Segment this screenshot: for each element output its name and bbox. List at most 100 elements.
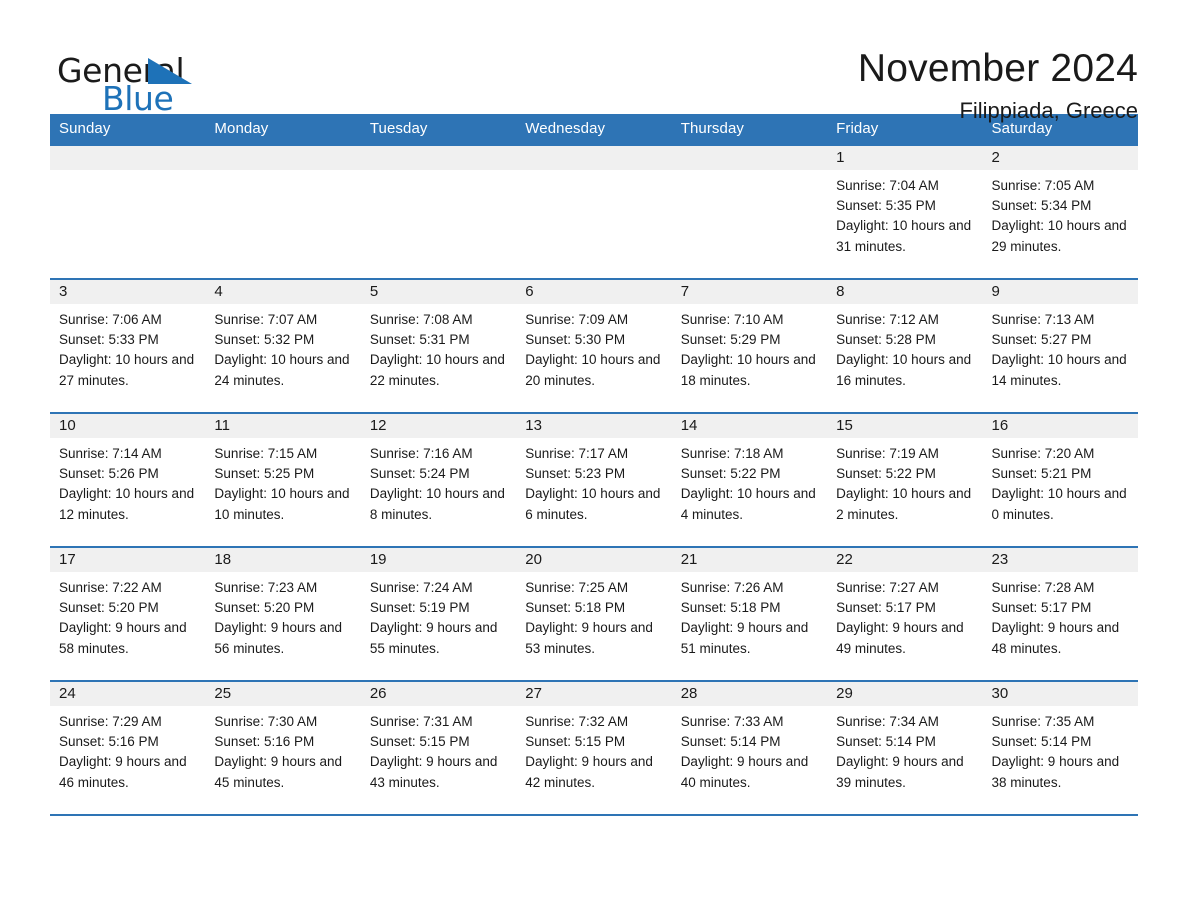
calendar-day-cell[interactable]: 22 Sunrise: 7:27 AM Sunset: 5:17 PM Dayligh… (827, 546, 983, 681)
weekday-header-monday: Monday (205, 114, 361, 145)
logo-text-blue: Blue (102, 79, 174, 118)
calendar-day-cell[interactable]: 26 Sunrise: 7:31 AM Sunset: 5:15 PM Dayligh… (360, 680, 517, 816)
sunset-text: Sunset: 5:32 PM (214, 332, 315, 348)
day-cell-inner: 16 Sunrise: 7:20 AM Sunset: 5:21 PM Dayligh… (982, 414, 1138, 546)
day-cell-inner: 27 Sunrise: 7:32 AM Sunset: 5:15 PM Dayligh… (516, 682, 672, 814)
sunrise-text: Sunrise: 7:17 AM (525, 446, 629, 461)
calendar-day-cell[interactable]: 29 Sunrise: 7:34 AM Sunset: 5:14 PM Dayligh… (827, 680, 983, 816)
day-number: 26 (360, 682, 517, 706)
day-cell-inner: 29 Sunrise: 7:34 AM Sunset: 5:14 PM Dayligh… (827, 682, 983, 814)
calendar-day-cell[interactable]: 27 Sunrise: 7:32 AM Sunset: 5:15 PM Dayligh… (516, 680, 672, 816)
sunset-text: Sunset: 5:29 PM (680, 332, 781, 348)
daylight-text: Daylight: 9 hours and 56 minutes. (214, 620, 342, 656)
sunset-text: Sunset: 5:34 PM (991, 198, 1092, 214)
calendar-day-cell[interactable]: 8 Sunrise: 7:12 AM Sunset: 5:28 PM Daylight… (827, 278, 983, 413)
sunset-text: Sunset: 5:25 PM (214, 466, 315, 482)
sunset-text: Sunset: 5:16 PM (59, 734, 159, 750)
sunrise-text: Sunrise: 7:14 AM (59, 446, 162, 461)
day-number: 12 (360, 414, 517, 438)
daylight-text: Daylight: 10 hours and 20 minutes. (525, 352, 661, 388)
day-details: Sunrise: 7:25 AM Sunset: 5:18 PM Daylight:… (516, 572, 671, 659)
calendar-day-cell[interactable]: 11 Sunrise: 7:15 AM Sunset: 5:25 PM Dayligh… (205, 412, 361, 547)
day-details (361, 170, 516, 176)
day-details: Sunrise: 7:23 AM Sunset: 5:20 PM Daylight:… (205, 572, 360, 659)
calendar-day-cell[interactable]: 20 Sunrise: 7:25 AM Sunset: 5:18 PM Dayligh… (516, 546, 672, 681)
calendar-day-cell[interactable]: 10 Sunrise: 7:14 AM Sunset: 5:26 PM Dayligh… (50, 412, 206, 547)
day-details: Sunrise: 7:13 AM Sunset: 5:27 PM Daylight:… (983, 304, 1138, 391)
daylight-text: Daylight: 9 hours and 48 minutes. (991, 620, 1120, 656)
sunrise-text: Sunrise: 7:35 AM (991, 714, 1095, 729)
day-cell-inner: 1 Sunrise: 7:04 AM Sunset: 5:35 PM Daylight… (827, 146, 983, 278)
sunrise-text: Sunrise: 7:16 AM (369, 446, 473, 461)
calendar-day-cell[interactable]: 1 Sunrise: 7:04 AM Sunset: 5:35 PM Daylight… (827, 144, 983, 279)
calendar-day-cell[interactable]: 3 Sunrise: 7:06 AM Sunset: 5:33 PM Daylight… (50, 278, 206, 413)
sunset-text: Sunset: 5:30 PM (525, 332, 626, 348)
day-cell-inner: 19 Sunrise: 7:24 AM Sunset: 5:19 PM Dayligh… (360, 548, 517, 680)
day-cell-inner: 5 Sunrise: 7:08 AM Sunset: 5:31 PM Daylight… (360, 280, 517, 412)
day-details (516, 170, 671, 176)
daylight-text: Daylight: 10 hours and 2 minutes. (836, 486, 972, 522)
calendar-day-cell[interactable]: 17 Sunrise: 7:22 AM Sunset: 5:20 PM Dayligh… (50, 546, 206, 681)
day-details (672, 170, 827, 176)
calendar-day-cell[interactable]: 5 Sunrise: 7:08 AM Sunset: 5:31 PM Daylight… (360, 278, 517, 413)
sunrise-text: Sunrise: 7:10 AM (680, 312, 784, 327)
calendar-day-cell[interactable]: 23 Sunrise: 7:28 AM Sunset: 5:17 PM Dayligh… (982, 546, 1138, 681)
sunset-text: Sunset: 5:28 PM (836, 332, 936, 348)
day-number (516, 146, 672, 170)
daylight-text: Daylight: 9 hours and 45 minutes. (214, 754, 342, 790)
calendar-day-cell[interactable]: 18 Sunrise: 7:23 AM Sunset: 5:20 PM Dayligh… (205, 546, 361, 681)
day-cell-inner: 24 Sunrise: 7:29 AM Sunset: 5:16 PM Dayligh… (50, 682, 206, 814)
day-details: Sunrise: 7:31 AM Sunset: 5:15 PM Daylight:… (361, 706, 516, 793)
calendar-day-cell[interactable]: 13 Sunrise: 7:17 AM Sunset: 5:23 PM Dayligh… (516, 412, 672, 547)
calendar-day-cell[interactable]: 2 Sunrise: 7:05 AM Sunset: 5:34 PM Daylight… (982, 144, 1138, 279)
calendar-day-cell[interactable]: 25 Sunrise: 7:30 AM Sunset: 5:16 PM Dayligh… (205, 680, 361, 816)
calendar-empty-cell (671, 144, 828, 279)
daylight-text: Daylight: 9 hours and 51 minutes. (680, 620, 809, 656)
day-number: 28 (671, 682, 828, 706)
calendar-day-cell[interactable]: 9 Sunrise: 7:13 AM Sunset: 5:27 PM Daylight… (982, 278, 1138, 413)
calendar-day-cell[interactable]: 15 Sunrise: 7:19 AM Sunset: 5:22 PM Dayligh… (827, 412, 983, 547)
day-details: Sunrise: 7:05 AM Sunset: 5:34 PM Daylight:… (983, 170, 1138, 257)
sunrise-text: Sunrise: 7:19 AM (836, 446, 939, 461)
calendar-day-cell[interactable]: 4 Sunrise: 7:07 AM Sunset: 5:32 PM Daylight… (205, 278, 361, 413)
sunset-text: Sunset: 5:14 PM (991, 734, 1092, 750)
daylight-text: Daylight: 10 hours and 14 minutes. (991, 352, 1127, 388)
calendar-day-cell[interactable]: 28 Sunrise: 7:33 AM Sunset: 5:14 PM Dayligh… (671, 680, 828, 816)
day-details: Sunrise: 7:26 AM Sunset: 5:18 PM Daylight:… (672, 572, 827, 659)
day-number: 14 (671, 414, 828, 438)
daylight-text: Daylight: 10 hours and 0 minutes. (991, 486, 1127, 522)
sunrise-text: Sunrise: 7:31 AM (369, 714, 473, 729)
calendar-day-cell[interactable]: 24 Sunrise: 7:29 AM Sunset: 5:16 PM Dayligh… (50, 680, 206, 816)
day-details: Sunrise: 7:15 AM Sunset: 5:25 PM Daylight:… (205, 438, 360, 525)
day-details: Sunrise: 7:12 AM Sunset: 5:28 PM Daylight:… (827, 304, 982, 391)
day-details: Sunrise: 7:06 AM Sunset: 5:33 PM Daylight:… (50, 304, 205, 391)
calendar-day-cell[interactable]: 19 Sunrise: 7:24 AM Sunset: 5:19 PM Dayligh… (360, 546, 517, 681)
day-cell-inner: 15 Sunrise: 7:19 AM Sunset: 5:22 PM Dayligh… (827, 414, 983, 546)
daylight-text: Daylight: 9 hours and 39 minutes. (836, 754, 964, 790)
day-number: 4 (205, 280, 361, 304)
day-number: 30 (982, 682, 1138, 706)
daylight-text: Daylight: 9 hours and 42 minutes. (525, 754, 653, 790)
day-number: 2 (982, 146, 1138, 170)
calendar-day-cell[interactable]: 21 Sunrise: 7:26 AM Sunset: 5:18 PM Dayligh… (671, 546, 828, 681)
sunset-text: Sunset: 5:15 PM (369, 734, 470, 750)
calendar-day-cell[interactable]: 14 Sunrise: 7:18 AM Sunset: 5:22 PM Dayligh… (671, 412, 828, 547)
day-details: Sunrise: 7:35 AM Sunset: 5:14 PM Daylight:… (983, 706, 1138, 793)
calendar-day-cell[interactable]: 16 Sunrise: 7:20 AM Sunset: 5:21 PM Dayligh… (982, 412, 1138, 547)
calendar-day-cell[interactable]: 30 Sunrise: 7:35 AM Sunset: 5:14 PM Dayligh… (982, 680, 1138, 816)
sunrise-text: Sunrise: 7:12 AM (836, 312, 939, 327)
day-cell-inner: 21 Sunrise: 7:26 AM Sunset: 5:18 PM Dayligh… (671, 548, 828, 680)
day-number: 21 (671, 548, 828, 572)
daylight-text: Daylight: 9 hours and 58 minutes. (59, 620, 187, 656)
page-title: November 2024 (857, 47, 1138, 90)
calendar-day-cell[interactable]: 12 Sunrise: 7:16 AM Sunset: 5:24 PM Dayligh… (360, 412, 517, 547)
day-cell-inner: 4 Sunrise: 7:07 AM Sunset: 5:32 PM Daylight… (205, 280, 361, 412)
daylight-text: Daylight: 9 hours and 49 minutes. (836, 620, 964, 656)
sunset-text: Sunset: 5:22 PM (680, 466, 781, 482)
calendar-day-cell[interactable]: 6 Sunrise: 7:09 AM Sunset: 5:30 PM Daylight… (516, 278, 672, 413)
sunrise-text: Sunrise: 7:26 AM (680, 580, 784, 595)
calendar-day-cell[interactable]: 7 Sunrise: 7:10 AM Sunset: 5:29 PM Daylight… (671, 278, 828, 413)
day-cell-inner: 26 Sunrise: 7:31 AM Sunset: 5:15 PM Dayligh… (360, 682, 517, 814)
general-blue-logo[interactable]: General Blue (50, 44, 200, 120)
sunset-text: Sunset: 5:20 PM (214, 600, 315, 616)
